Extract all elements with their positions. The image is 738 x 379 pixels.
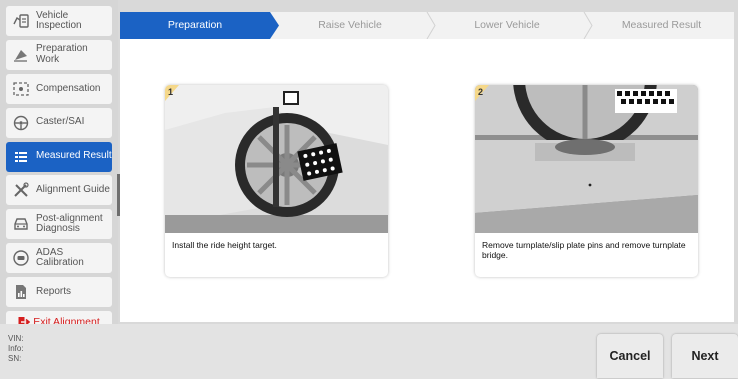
vehicle-inspection-icon — [11, 11, 31, 31]
turnplate-image — [475, 85, 698, 233]
adas-icon — [11, 248, 31, 268]
sidebar-item-reports[interactable]: Reports — [6, 277, 112, 308]
vehicle-info: VIN: Info: SN: — [8, 334, 24, 364]
sidebar-item-caster-sai[interactable]: Caster/SAI — [6, 107, 112, 138]
next-button[interactable]: Next — [672, 334, 738, 378]
cancel-button[interactable]: Cancel — [597, 334, 663, 378]
step-preparation[interactable]: Preparation — [120, 12, 270, 39]
card-caption: Remove turnplate/slip plate pins and rem… — [482, 240, 686, 260]
sidebar-item-label: Preparation Work — [36, 43, 88, 65]
step-progress-bar: Preparation Raise Vehicle Lower Vehicle … — [120, 12, 734, 39]
sidebar-item-label: Vehicle Inspection — [36, 9, 82, 31]
step-lower-vehicle[interactable]: Lower Vehicle — [432, 12, 582, 39]
step-number-badge: 2 — [478, 87, 484, 97]
sidebar-item-adas-calibration[interactable]: ADAS Calibration — [6, 243, 112, 274]
instruction-card-2: 2 Remove turnplate/slip plate pins and r… — [475, 85, 698, 277]
tools-icon — [11, 180, 31, 200]
vin-label: VIN: — [8, 334, 24, 343]
sidebar-item-label: Reports — [36, 285, 72, 297]
sidebar-item-alignment-guide[interactable]: Alignment Guide — [6, 175, 112, 206]
list-icon — [11, 147, 31, 167]
sidebar: Vehicle Inspection Preparation Work Comp… — [0, 0, 118, 334]
card-caption: Install the ride height target. — [172, 240, 277, 250]
sidebar-item-label: Caster/SAI — [36, 116, 85, 128]
steering-wheel-icon — [11, 113, 31, 133]
sidebar-item-label: ADAS Calibration — [36, 246, 84, 269]
sidebar-item-label: Compensation — [36, 82, 101, 94]
compensation-icon — [11, 79, 31, 99]
step-raise-vehicle[interactable]: Raise Vehicle — [275, 12, 425, 39]
sidebar-item-label: Post-alignment Diagnosis — [36, 212, 103, 235]
preparation-work-icon — [11, 45, 31, 65]
sidebar-item-measured-result[interactable]: Measured Result — [6, 141, 112, 172]
main-panel: Preparation Raise Vehicle Lower Vehicle … — [120, 12, 734, 322]
report-icon — [11, 282, 31, 302]
sidebar-item-label: Measured Result — [36, 150, 112, 162]
sidebar-item-vehicle-inspection[interactable]: Vehicle Inspection — [6, 6, 112, 36]
sidebar-item-post-alignment-diagnosis[interactable]: Post-alignment Diagnosis — [6, 209, 112, 240]
car-icon — [11, 214, 31, 234]
instruction-card-1: 1 Install the ride height target. — [165, 85, 388, 277]
step-measured-result[interactable]: Measured Result — [589, 12, 734, 39]
sn-label: SN: — [8, 354, 22, 363]
ride-height-target-image — [165, 85, 388, 233]
sidebar-item-preparation-work[interactable]: Preparation Work — [6, 39, 112, 70]
info-label: Info: — [8, 344, 24, 353]
step-number-badge: 1 — [168, 87, 174, 97]
sidebar-item-label: Alignment Guide — [36, 184, 110, 196]
footer-bar: VIN: Info: SN: Cancel Next — [0, 324, 738, 379]
sidebar-item-compensation[interactable]: Compensation — [6, 73, 112, 104]
